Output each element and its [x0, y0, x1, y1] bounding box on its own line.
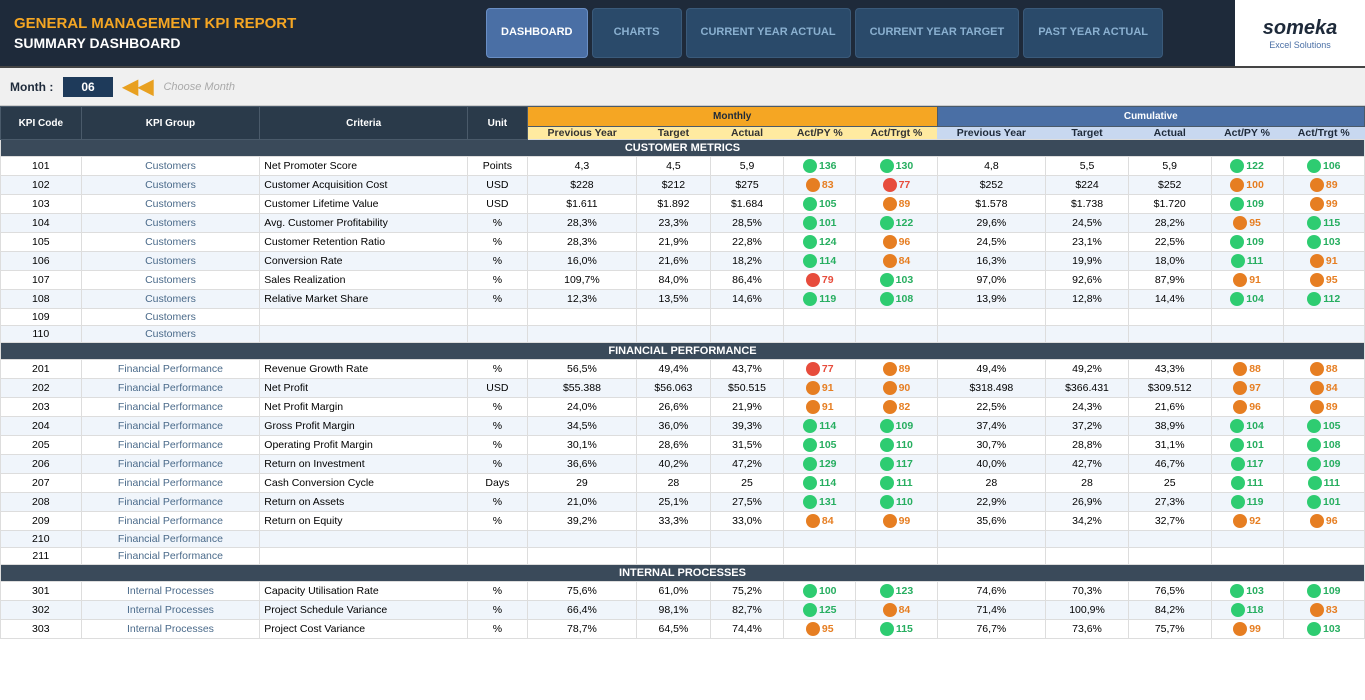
report-subtitle: SUMMARY DASHBOARD	[14, 35, 466, 51]
choose-month-hint: Choose Month	[163, 81, 235, 93]
table-row: 107CustomersSales Realization%109,7%84,0…	[1, 271, 1365, 290]
c-acttg-header: Act/Trgt %	[1283, 127, 1364, 140]
m-target-header: Target	[637, 127, 711, 140]
table-row: 205Financial PerformanceOperating Profit…	[1, 436, 1365, 455]
table-row: 203Financial PerformanceNet Profit Margi…	[1, 398, 1365, 417]
col-header-unit: Unit	[467, 107, 527, 140]
top-bar: GENERAL MANAGEMENT KPI REPORT SUMMARY DA…	[0, 0, 1365, 68]
section-header-row: FINANCIAL PERFORMANCE	[1, 343, 1365, 360]
logo-sub: Excel Solutions	[1263, 40, 1338, 50]
monthly-header: Monthly	[527, 107, 937, 127]
logo-section: someka Excel Solutions	[1235, 0, 1365, 66]
table-row: 104CustomersAvg. Customer Profitability%…	[1, 214, 1365, 233]
content-area: Month : 06 ◀◀ Choose Month KPI Code KPI …	[0, 68, 1365, 700]
table-row: 105CustomersCustomer Retention Ratio%28,…	[1, 233, 1365, 252]
month-value[interactable]: 06	[63, 77, 112, 97]
tab-dashboard[interactable]: DASHBOARD	[486, 8, 588, 58]
table-row: 303Internal ProcessesProject Cost Varian…	[1, 620, 1365, 639]
tab-past-year-actual[interactable]: PAST YEAR ACTUAL	[1023, 8, 1163, 58]
table-row: 301Internal ProcessesCapacity Utilisatio…	[1, 582, 1365, 601]
table-row: 208Financial PerformanceReturn on Assets…	[1, 493, 1365, 512]
table-row: 101CustomersNet Promoter ScorePoints4,34…	[1, 157, 1365, 176]
table-row: 102CustomersCustomer Acquisition CostUSD…	[1, 176, 1365, 195]
table-row: 109Customers	[1, 309, 1365, 326]
month-label: Month :	[10, 80, 53, 94]
c-actpy-header: Act/PY %	[1211, 127, 1283, 140]
kpi-table-area: KPI Code KPI Group Criteria Unit Monthly…	[0, 106, 1365, 639]
logo: someka Excel Solutions	[1263, 17, 1338, 50]
table-row: 302Internal ProcessesProject Schedule Va…	[1, 601, 1365, 620]
table-row: 106CustomersConversion Rate%16,0%21,6%18…	[1, 252, 1365, 271]
c-target-header: Target	[1046, 127, 1129, 140]
col-header-criteria: Criteria	[260, 107, 468, 140]
tab-current-year-target[interactable]: CURRENT YEAR TARGET	[855, 8, 1020, 58]
table-row: 103CustomersCustomer Lifetime ValueUSD$1…	[1, 195, 1365, 214]
app-container: GENERAL MANAGEMENT KPI REPORT SUMMARY DA…	[0, 0, 1365, 700]
title-section: GENERAL MANAGEMENT KPI REPORT SUMMARY DA…	[0, 0, 480, 66]
cumulative-header: Cumulative	[937, 107, 1364, 127]
c-prev-year-header: Previous Year	[937, 127, 1046, 140]
kpi-table: KPI Code KPI Group Criteria Unit Monthly…	[0, 106, 1365, 639]
kpi-tbody: CUSTOMER METRICS101CustomersNet Promoter…	[1, 140, 1365, 639]
m-actpy-header: Act/PY %	[784, 127, 856, 140]
table-row: 206Financial PerformanceReturn on Invest…	[1, 455, 1365, 474]
table-row: 211Financial Performance	[1, 548, 1365, 565]
group-header-row: KPI Code KPI Group Criteria Unit Monthly…	[1, 107, 1365, 127]
table-row: 204Financial PerformanceGross Profit Mar…	[1, 417, 1365, 436]
tab-current-year-actual[interactable]: CURRENT YEAR ACTUAL	[686, 8, 851, 58]
m-acttg-header: Act/Trgt %	[856, 127, 937, 140]
table-row: 108CustomersRelative Market Share%12,3%1…	[1, 290, 1365, 309]
m-actual-header: Actual	[710, 127, 784, 140]
back-arrow-icon[interactable]: ◀◀	[123, 74, 154, 99]
report-title: GENERAL MANAGEMENT KPI REPORT	[14, 15, 466, 32]
logo-text: someka	[1263, 17, 1338, 40]
table-row: 209Financial PerformanceReturn on Equity…	[1, 512, 1365, 531]
col-header-group: KPI Group	[81, 107, 260, 140]
m-prev-year-header: Previous Year	[527, 127, 636, 140]
nav-tabs: DASHBOARD CHARTS CURRENT YEAR ACTUAL CUR…	[480, 0, 1235, 66]
col-header-code: KPI Code	[1, 107, 82, 140]
tab-charts[interactable]: CHARTS	[592, 8, 682, 58]
table-row: 210Financial Performance	[1, 531, 1365, 548]
section-header-row: INTERNAL PROCESSES	[1, 565, 1365, 582]
table-row: 201Financial PerformanceRevenue Growth R…	[1, 360, 1365, 379]
filter-row: Month : 06 ◀◀ Choose Month	[0, 68, 1365, 106]
table-row: 207Financial PerformanceCash Conversion …	[1, 474, 1365, 493]
table-row: 110Customers	[1, 326, 1365, 343]
table-row: 202Financial PerformanceNet ProfitUSD$55…	[1, 379, 1365, 398]
c-actual-header: Actual	[1128, 127, 1211, 140]
section-header-row: CUSTOMER METRICS	[1, 140, 1365, 157]
